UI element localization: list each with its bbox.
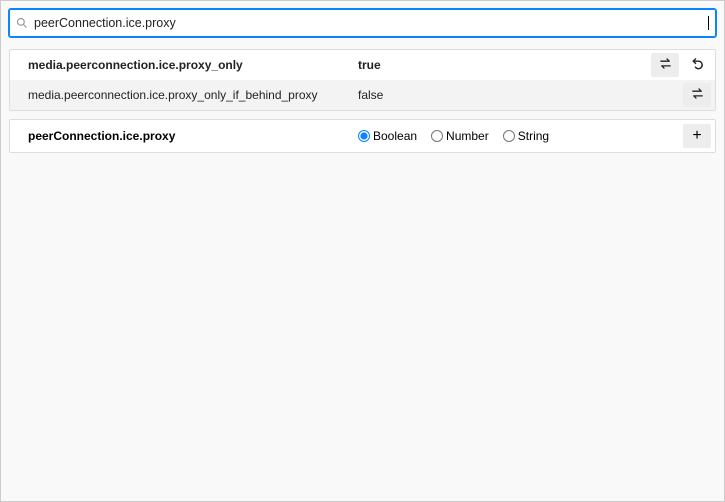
type-radio-group: Boolean Number String xyxy=(358,129,683,143)
radio-string[interactable]: String xyxy=(503,129,549,143)
reset-button[interactable] xyxy=(683,53,711,77)
search-icon xyxy=(16,17,28,29)
toggle-arrows-icon xyxy=(690,86,705,104)
add-pref-name: peerConnection.ice.proxy xyxy=(28,129,358,143)
preferences-list: media.peerconnection.ice.proxy_only true… xyxy=(9,49,716,111)
pref-row: media.peerconnection.ice.proxy_only true xyxy=(10,50,715,80)
radio-number[interactable]: Number xyxy=(431,129,489,143)
plus-icon: + xyxy=(692,127,701,145)
pref-name: media.peerconnection.ice.proxy_only xyxy=(28,58,358,72)
undo-icon xyxy=(690,56,705,74)
toggle-button[interactable] xyxy=(651,53,679,77)
about-config-page: media.peerconnection.ice.proxy_only true… xyxy=(0,0,725,502)
radio-string-input[interactable] xyxy=(503,130,515,142)
pref-value: true xyxy=(358,58,647,72)
pref-name: media.peerconnection.ice.proxy_only_if_b… xyxy=(28,88,358,102)
radio-boolean-label: Boolean xyxy=(373,129,417,143)
radio-string-label: String xyxy=(518,129,549,143)
add-pref-row: peerConnection.ice.proxy Boolean Number … xyxy=(10,120,715,152)
toggle-button[interactable] xyxy=(683,83,711,107)
toggle-arrows-icon xyxy=(658,56,673,74)
add-pref-panel: peerConnection.ice.proxy Boolean Number … xyxy=(9,119,716,153)
search-box[interactable] xyxy=(9,9,716,37)
pref-value: false xyxy=(358,88,679,102)
radio-boolean-input[interactable] xyxy=(358,130,370,142)
search-input[interactable] xyxy=(34,16,705,30)
radio-number-label: Number xyxy=(446,129,489,143)
radio-boolean[interactable]: Boolean xyxy=(358,129,417,143)
radio-number-input[interactable] xyxy=(431,130,443,142)
pref-row: media.peerconnection.ice.proxy_only_if_b… xyxy=(10,80,715,110)
add-button[interactable]: + xyxy=(683,124,711,148)
text-caret xyxy=(708,16,709,30)
